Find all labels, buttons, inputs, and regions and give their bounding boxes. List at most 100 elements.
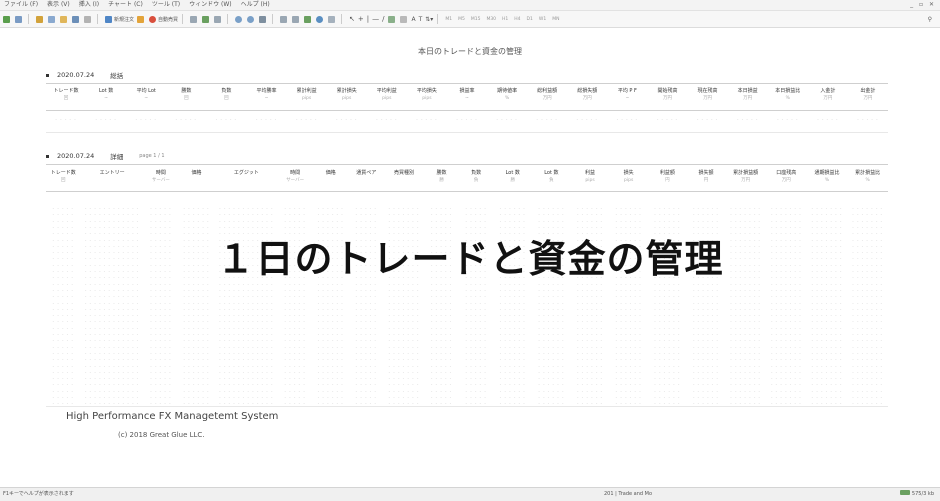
placeholder-cell: - - - - - - [692, 206, 719, 211]
placeholder-cell: - - - - - - - [730, 332, 761, 337]
timeframe-button[interactable]: D1 [527, 17, 533, 22]
menu-item[interactable]: チャート (C) [108, 1, 143, 8]
menu-item[interactable]: 表示 (V) [47, 1, 70, 8]
placeholder-cell: - - - - - - [538, 332, 565, 337]
placeholder-cell: - - - - - - [538, 350, 565, 356]
menu-item[interactable]: ヘルプ (H) [241, 1, 270, 8]
placeholder-cell: - - - - - - [538, 357, 565, 363]
column-unit: pips [624, 178, 634, 183]
placeholder-cell: - - - - - - - [852, 218, 884, 224]
placeholder-cell: - - - - - [430, 294, 453, 300]
profiles-icon [15, 15, 22, 23]
horizontal-line-button[interactable]: — [372, 15, 379, 23]
timeframe-button[interactable]: MN [552, 17, 559, 22]
placeholder-cell: - - - - - - - [770, 350, 802, 356]
window-controls[interactable]: _ ▫ ✕ [910, 0, 936, 10]
vertical-line-button[interactable]: | [367, 15, 369, 23]
menu-item[interactable]: ツール (T) [152, 1, 180, 8]
placeholder-cell: - - - - - - [692, 325, 719, 331]
placeholder-cell: - - - - - [430, 395, 453, 400]
placeholder-cell: - - - - - [295, 117, 318, 122]
placeholder-cell: - - - - - - [183, 306, 210, 312]
templates-button[interactable] [328, 15, 337, 23]
timeframe-button[interactable]: M5 [458, 17, 465, 22]
placeholder-cell: - - - - - - [499, 338, 526, 344]
crosshair-button[interactable]: + [358, 15, 364, 23]
placeholder-cell: - - - - - - [183, 395, 210, 400]
zoom-out-button[interactable] [247, 15, 256, 23]
profiles-button[interactable] [15, 15, 24, 23]
candle-chart-button[interactable] [202, 15, 211, 23]
placeholder-cell: - - - - - - - - - - - - [219, 357, 274, 363]
timeframe-button[interactable]: H1 [502, 17, 508, 22]
placeholder-cell: - - - - - - - - - - - - [84, 218, 140, 224]
placeholder-cell: - - - - - [376, 117, 398, 122]
placeholder-cell: - - - - - - - [730, 287, 761, 293]
new-order-button[interactable]: 新規注文 [105, 15, 134, 23]
metaeditor-button[interactable] [137, 15, 146, 23]
toolbar-separator [97, 14, 98, 24]
placeholder-cell: - - - - - - [317, 395, 344, 400]
arrows-button[interactable]: ⇅▾ [425, 16, 433, 23]
label-button[interactable]: T [419, 16, 423, 23]
periods-button[interactable] [316, 15, 325, 23]
placeholder-cell: - - - - - - [654, 332, 681, 337]
bar-chart-button[interactable] [190, 15, 199, 23]
placeholder-cell: - - - - - - - [388, 206, 420, 211]
menu-item[interactable]: ファイル (F) [4, 1, 38, 8]
placeholder-cell: - - - - - - - [730, 212, 761, 218]
trendline-button[interactable]: / [382, 15, 384, 23]
placeholder-cell: - - - - - - [317, 319, 344, 325]
placeholder-cell: - - - - - - [183, 212, 210, 218]
navigator-button[interactable] [60, 15, 69, 23]
placeholder-cell: - - - - - - - [388, 350, 420, 356]
placeholder-cell: - - - - - [52, 313, 74, 319]
indicators-button[interactable] [304, 15, 313, 23]
placeholder-cell: - - - - - - - [852, 369, 884, 375]
placeholder-cell: - - - - - - [183, 350, 210, 356]
zoom-in-button[interactable] [235, 15, 244, 23]
status-traffic-value: 575/3 kb [911, 491, 934, 497]
menu-item[interactable]: ウィンドウ (W) [189, 1, 232, 8]
placeholder-cell: - - - - - - - [852, 344, 884, 350]
timeframe-button[interactable]: M30 [486, 17, 496, 22]
column-title: 利益 [585, 170, 596, 176]
line-chart-button[interactable] [214, 15, 223, 23]
placeholder-cell: - - - - - - [317, 206, 344, 211]
channel-button[interactable] [387, 15, 397, 23]
chart-shift-button[interactable] [280, 15, 289, 23]
data-window-button[interactable] [48, 15, 57, 23]
auto-trade-button[interactable]: 自動売買 [149, 15, 178, 23]
placeholder-cell: - - - - - [52, 338, 74, 344]
column-title: 利益額 [659, 170, 675, 176]
column-unit: pips [382, 96, 392, 101]
placeholder-cell: - - - - - [150, 395, 172, 400]
placeholder-cell: - - - - - [52, 306, 74, 312]
tester-button[interactable] [84, 15, 93, 23]
placeholder-cell: - - - - - - - [388, 306, 420, 312]
placeholder-cell: - - - - - - [538, 306, 565, 312]
placeholder-cell: - - - - - - - [852, 357, 884, 363]
terminal-button[interactable] [72, 15, 81, 23]
timeframe-button[interactable]: M1 [445, 17, 452, 22]
placeholder-cell: - - - - - - - [852, 319, 884, 325]
text-button[interactable]: A [412, 16, 416, 23]
placeholder-cell: - - - - - [355, 388, 377, 394]
column-title: 総利益額 [537, 88, 558, 94]
market-watch-button[interactable] [36, 15, 45, 23]
placeholder-cell: - - - - - - - - - - - - [84, 287, 140, 293]
fibonacci-button[interactable] [399, 15, 409, 23]
cursor-button[interactable]: ↖ [349, 15, 355, 23]
autoscroll-button[interactable] [292, 15, 301, 23]
timeframe-button[interactable]: M15 [471, 17, 481, 22]
search-button[interactable]: ⚲ [928, 16, 932, 23]
new-chart-button[interactable] [3, 15, 12, 23]
placeholder-cell: - - - - - - [615, 206, 642, 211]
menu-item[interactable]: 挿入 (I) [79, 1, 99, 8]
column-title: 損益率 [459, 88, 475, 94]
column-title: 累計利益 [296, 88, 317, 94]
timeframe-button[interactable]: H4 [514, 17, 520, 22]
timeframe-button[interactable]: W1 [539, 17, 546, 22]
tile-windows-button[interactable] [259, 15, 268, 23]
placeholder-cell: - - - - - - [654, 395, 681, 400]
